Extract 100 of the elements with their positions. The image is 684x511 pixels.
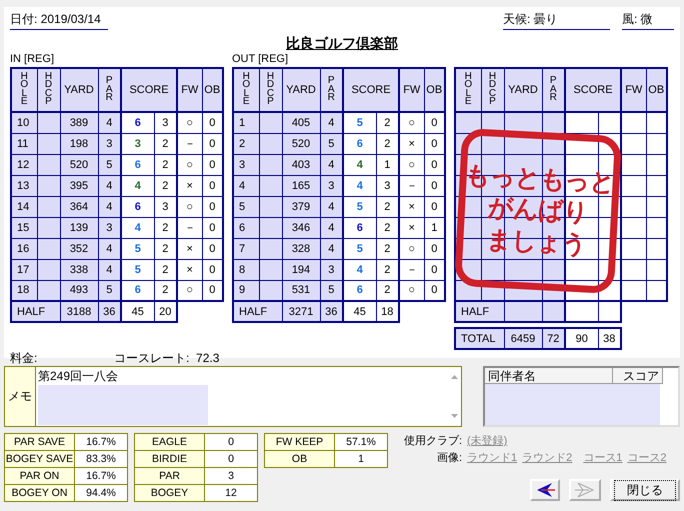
column-header: HOLE (241, 72, 252, 107)
image-link[interactable]: コース2 (627, 450, 666, 465)
table-cell: 0 (424, 112, 445, 133)
table-cell: 0 (202, 133, 223, 154)
table-cell: HALF (233, 301, 282, 322)
table-cell: × (399, 217, 424, 238)
table-cell: 4 (343, 175, 376, 196)
stat-label: BOGEY (134, 484, 204, 502)
column-header: SCORE (129, 84, 169, 96)
table-cell: ○ (399, 238, 424, 259)
stat-value: 57.1% (334, 434, 388, 450)
table-cell: 0 (202, 175, 223, 196)
table-cell: ○ (399, 112, 424, 133)
table-cell: 14 (11, 196, 37, 217)
image-link[interactable]: ラウンド1 (467, 450, 518, 465)
table-cell: 17 (11, 259, 37, 280)
table-cell: 45 (121, 301, 154, 322)
stamp-text: ましょう (486, 226, 587, 259)
stat-value: 83.3% (74, 450, 128, 468)
table-cell: ○ (177, 154, 202, 175)
column-header: HDCP (266, 72, 276, 107)
table-cell: 389 (60, 112, 98, 133)
table-cell: － (399, 259, 424, 280)
column-header: YARD (64, 84, 94, 96)
table-cell: 4 (343, 259, 376, 280)
column-header: FW (625, 84, 642, 96)
clubs-link[interactable]: (未登録) (467, 433, 508, 448)
table-cell: 0 (424, 238, 445, 259)
table-cell: 352 (60, 238, 98, 259)
table-cell: × (177, 238, 202, 259)
table-cell: 194 (282, 259, 320, 280)
back-arrow-icon (535, 483, 555, 497)
stat-value: 3 (204, 468, 258, 484)
table-cell: 38 (598, 328, 621, 349)
table-cell: HALF (455, 301, 504, 322)
column-header: YARD (508, 84, 538, 96)
table-cell: 6 (121, 196, 154, 217)
table-cell: 8 (233, 259, 259, 280)
column-header: FW (181, 84, 198, 96)
stat-label: BOGEY ON (4, 484, 74, 502)
column-header: FW (403, 84, 420, 96)
table-cell: 4 (121, 217, 154, 238)
table-cell: 0 (424, 259, 445, 280)
table-cell: 6 (343, 133, 376, 154)
table-cell: 0 (424, 280, 445, 301)
table-cell: 6 (343, 217, 376, 238)
table-cell: 20 (154, 301, 177, 322)
table-cell: 0 (424, 196, 445, 217)
table-cell: × (399, 196, 424, 217)
column-header: OB (648, 84, 664, 96)
table-cell: 0 (202, 280, 223, 301)
table-cell: ○ (177, 112, 202, 133)
table-cell: 0 (424, 175, 445, 196)
table-cell: 5 (343, 196, 376, 217)
table-cell: 3 (121, 133, 154, 154)
date-text: 日付: 2019/03/14 (10, 11, 108, 30)
table-cell: － (177, 133, 202, 154)
table-cell: TOTAL (455, 328, 504, 349)
stat-value: 16.7% (74, 434, 128, 450)
image-link[interactable]: コース1 (583, 450, 622, 465)
stat-label: PAR SAVE (4, 434, 74, 450)
column-header: SCORE (351, 84, 391, 96)
table-cell: × (177, 175, 202, 196)
stat-label: BOGEY SAVE (4, 450, 74, 468)
table-cell: 36 (98, 301, 121, 322)
table-cell: 9 (233, 280, 259, 301)
table-cell: 395 (60, 175, 98, 196)
stat-label: FW KEEP (264, 434, 334, 450)
column-header: HDCP (44, 72, 54, 107)
table-cell: 198 (60, 133, 98, 154)
table-cell: 1 (233, 112, 259, 133)
table-cell: 3 (233, 154, 259, 175)
table-cell: ○ (399, 280, 424, 301)
table-cell: 405 (282, 112, 320, 133)
column-header: OB (426, 84, 442, 96)
table-cell: 13 (11, 175, 37, 196)
table-cell: 6 (121, 280, 154, 301)
companion-list[interactable]: 同伴者名 スコア (483, 366, 680, 427)
back-button[interactable] (530, 479, 560, 501)
table-cell: 5 (343, 238, 376, 259)
table-cell: 0 (202, 217, 223, 238)
stat-label: EAGLE (134, 434, 204, 450)
image-link[interactable]: ラウンド2 (522, 450, 572, 465)
table-cell: 165 (282, 175, 320, 196)
table-cell: 5 (343, 112, 376, 133)
stat-value: 1 (334, 450, 388, 468)
table-cell: 5 (121, 238, 154, 259)
table-cell: 0 (202, 154, 223, 175)
close-button[interactable]: 閉じる (610, 479, 680, 501)
table-cell: 6 (121, 112, 154, 133)
table-cell: 379 (282, 196, 320, 217)
forward-arrow-icon (575, 483, 595, 497)
table-cell: 4 (121, 175, 154, 196)
table-cell: ○ (399, 154, 424, 175)
table-cell: 6 (233, 217, 259, 238)
table-cell: 0 (202, 196, 223, 217)
table-cell: 0 (424, 154, 445, 175)
table-cell: 328 (282, 238, 320, 259)
table-cell: 12 (11, 154, 37, 175)
table-cell: － (177, 217, 202, 238)
